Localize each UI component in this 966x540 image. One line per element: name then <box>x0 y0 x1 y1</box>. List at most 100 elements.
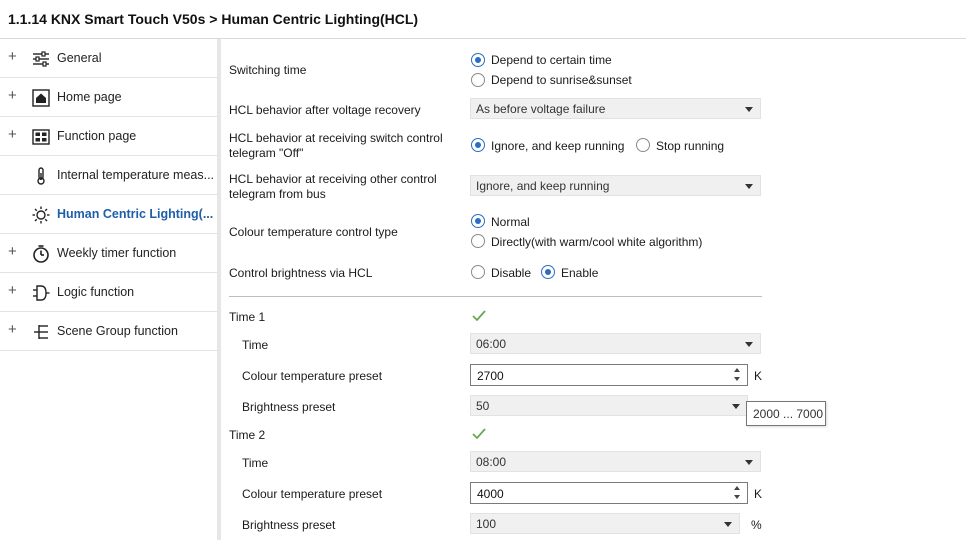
time1-label: Time 1 <box>229 310 266 324</box>
radio-stop-running-label[interactable]: Stop running <box>656 139 724 153</box>
thermometer-icon <box>37 167 45 185</box>
time1-time-value: 06:00 <box>476 337 507 351</box>
chevron-down-icon <box>724 522 732 527</box>
recovery-value: As before voltage failure <box>476 102 606 116</box>
stepper-up-icon[interactable] <box>734 486 740 490</box>
radio-ignore-keep-running-label[interactable]: Ignore, and keep running <box>491 139 624 153</box>
time1-ct-unit: K <box>754 369 763 383</box>
switch-off-label-line1: HCL behavior at receiving switch control <box>229 131 443 145</box>
sidebar-item-internal-temperature[interactable]: Internal temperature meas... <box>0 156 217 195</box>
sidebar: + General + Home page + Function page In… <box>0 39 221 540</box>
time2-br-unit: % <box>751 518 762 532</box>
radio-normal-label[interactable]: Normal <box>491 215 530 229</box>
parameter-panel: Switching time Depend to certain time De… <box>221 39 966 540</box>
switch-off-label-line2: telegram "Off" <box>229 146 304 160</box>
clock-icon <box>33 245 49 263</box>
sidebar-item-label: Human Centric Lighting(... <box>57 207 214 221</box>
other-control-value: Ignore, and keep running <box>476 179 610 193</box>
time1-ct-label: Colour temperature preset <box>242 369 383 383</box>
scene-tree-icon <box>34 325 48 339</box>
time2-ct-label: Colour temperature preset <box>242 487 383 501</box>
time2-label: Time 2 <box>229 428 266 442</box>
time2-time-select[interactable]: 08:00 <box>470 451 761 472</box>
radio-enable[interactable] <box>541 265 555 279</box>
recovery-select[interactable]: As before voltage failure <box>470 98 761 119</box>
time2-ct-unit: K <box>754 487 763 501</box>
other-control-select[interactable]: Ignore, and keep running <box>470 175 761 196</box>
radio-directly[interactable] <box>471 234 485 248</box>
time1-ct-value: 2700 <box>477 369 504 383</box>
sidebar-item-weekly-timer[interactable]: + Weekly timer function <box>0 234 217 273</box>
time1-br-label: Brightness preset <box>242 400 336 414</box>
radio-enable-label[interactable]: Enable <box>561 266 598 280</box>
stepper-down-icon[interactable] <box>734 377 740 381</box>
chevron-down-icon <box>745 342 753 347</box>
grid-icon <box>32 129 50 145</box>
tooltip-text: 2000 ... 7000 <box>753 407 824 421</box>
expand-icon[interactable]: + <box>8 49 18 64</box>
chevron-down-icon <box>745 184 753 189</box>
recovery-label: HCL behavior after voltage recovery <box>229 103 421 117</box>
time2-br-select[interactable]: 100 <box>470 513 740 534</box>
expand-icon[interactable]: + <box>8 244 18 259</box>
expand-icon <box>8 206 18 220</box>
radio-sunrise-sunset[interactable] <box>471 73 485 87</box>
time1-ct-stepper[interactable]: 2700 <box>470 364 748 386</box>
time1-br-select[interactable]: 50 <box>470 395 748 416</box>
sidebar-item-label: Internal temperature meas... <box>57 168 215 182</box>
time2-br-label: Brightness preset <box>242 518 336 532</box>
radio-disable[interactable] <box>471 265 485 279</box>
switching-time-label: Switching time <box>229 63 307 77</box>
radio-sunrise-sunset-label[interactable]: Depend to sunrise&sunset <box>491 73 632 87</box>
window-title: 1.1.14 KNX Smart Touch V50s > Human Cent… <box>8 11 419 27</box>
radio-ignore-keep-running[interactable] <box>471 138 485 152</box>
sidebar-item-function-page[interactable]: + Function page <box>0 117 217 156</box>
time1-checkbox[interactable] <box>471 309 487 323</box>
sidebar-item-scene-group[interactable]: + Scene Group function <box>0 312 217 351</box>
time1-br-value: 50 <box>476 399 490 413</box>
time2-checkbox[interactable] <box>471 427 487 441</box>
expand-icon[interactable]: + <box>8 127 18 142</box>
sidebar-item-label: Logic function <box>57 285 135 299</box>
title-bar: 1.1.14 KNX Smart Touch V50s > Human Cent… <box>0 0 966 39</box>
sidebar-item-general[interactable]: + General <box>0 39 217 78</box>
radio-certain-time-label[interactable]: Depend to certain time <box>491 53 612 67</box>
radio-normal[interactable] <box>471 214 485 228</box>
expand-icon[interactable]: + <box>8 283 18 298</box>
sidebar-item-home-page[interactable]: + Home page <box>0 78 217 117</box>
time1-time-select[interactable]: 06:00 <box>470 333 761 354</box>
home-icon <box>32 89 50 107</box>
other-control-label-line2: telegram from bus <box>229 187 326 201</box>
stepper-down-icon[interactable] <box>734 495 740 499</box>
sidebar-item-human-centric-lighting[interactable]: Human Centric Lighting(... <box>0 195 217 234</box>
radio-stop-running[interactable] <box>636 138 650 152</box>
chevron-down-icon <box>745 460 753 465</box>
brightness-hcl-label: Control brightness via HCL <box>229 266 373 280</box>
expand-icon[interactable]: + <box>8 88 18 103</box>
time2-time-value: 08:00 <box>476 455 507 469</box>
sidebar-item-label: Function page <box>57 129 137 143</box>
sidebar-item-logic-function[interactable]: + Logic function <box>0 273 217 312</box>
radio-certain-time[interactable] <box>471 53 485 67</box>
sidebar-item-label: Home page <box>57 90 122 104</box>
time2-time-label: Time <box>242 456 269 470</box>
time1-time-label: Time <box>242 338 269 352</box>
radio-disable-label[interactable]: Disable <box>491 266 531 280</box>
logic-gate-icon <box>33 285 50 301</box>
expand-icon[interactable]: + <box>8 322 18 337</box>
time2-br-value: 100 <box>476 517 497 531</box>
sidebar-item-label: Scene Group function <box>57 324 178 338</box>
range-tooltip: 2000 ... 7000 <box>746 401 826 426</box>
chevron-down-icon <box>732 404 740 409</box>
colour-type-label: Colour temperature control type <box>229 225 398 239</box>
time2-ct-value: 4000 <box>477 487 504 501</box>
sliders-icon <box>33 51 49 67</box>
expand-icon <box>8 167 18 181</box>
sidebar-item-label: General <box>57 51 102 65</box>
section-divider <box>229 296 762 297</box>
sun-icon <box>32 206 50 224</box>
radio-directly-label[interactable]: Directly(with warm/cool white algorithm) <box>491 235 702 249</box>
other-control-label-line1: HCL behavior at receiving other control <box>229 172 437 186</box>
time2-ct-stepper[interactable]: 4000 <box>470 482 748 504</box>
stepper-up-icon[interactable] <box>734 368 740 372</box>
